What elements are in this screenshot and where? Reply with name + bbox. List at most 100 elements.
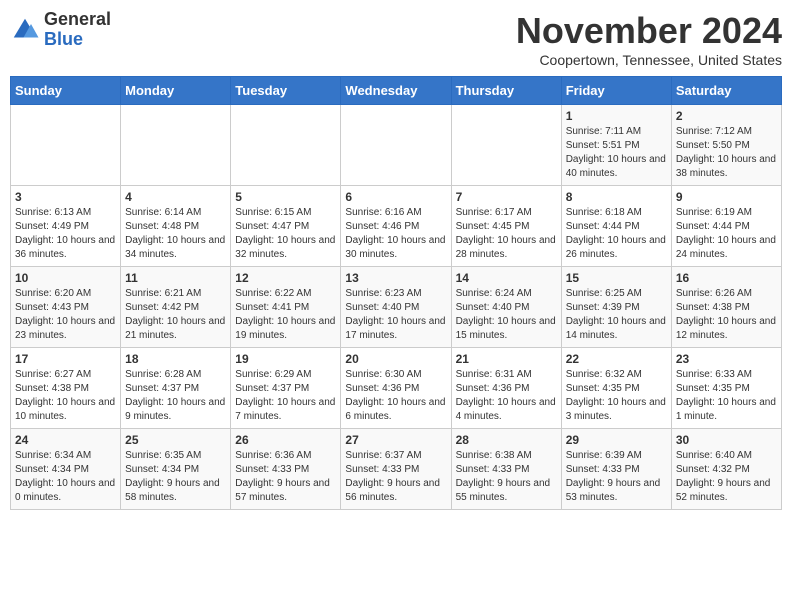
calendar-cell [341, 105, 451, 186]
day-number: 15 [566, 271, 667, 285]
calendar-week-row: 17 Sunrise: 6:27 AM Sunset: 4:38 PM Dayli… [11, 348, 782, 429]
calendar-cell: 7 Sunrise: 6:17 AM Sunset: 4:45 PM Daylig… [451, 186, 561, 267]
day-number: 23 [676, 352, 777, 366]
calendar-cell: 13 Sunrise: 6:23 AM Sunset: 4:40 PM Dayli… [341, 267, 451, 348]
day-info: Sunrise: 6:37 AM Sunset: 4:33 PM Dayligh… [345, 449, 446, 505]
calendar-cell: 1 Sunrise: 7:11 AM Sunset: 5:51 PM Daylig… [561, 105, 671, 186]
calendar-cell [451, 105, 561, 186]
calendar-cell: 23 Sunrise: 6:33 AM Sunset: 4:35 PM Dayli… [671, 348, 781, 429]
calendar-week-row: 10 Sunrise: 6:20 AM Sunset: 4:43 PM Dayli… [11, 267, 782, 348]
day-info: Sunrise: 6:18 AM Sunset: 4:44 PM Dayligh… [566, 206, 667, 262]
calendar-cell: 28 Sunrise: 6:38 AM Sunset: 4:33 PM Dayli… [451, 429, 561, 510]
day-info: Sunrise: 6:28 AM Sunset: 4:37 PM Dayligh… [125, 368, 226, 424]
day-info: Sunrise: 6:26 AM Sunset: 4:38 PM Dayligh… [676, 287, 777, 343]
day-number: 10 [15, 271, 116, 285]
day-number: 11 [125, 271, 226, 285]
day-info: Sunrise: 6:32 AM Sunset: 4:35 PM Dayligh… [566, 368, 667, 424]
calendar-cell: 24 Sunrise: 6:34 AM Sunset: 4:34 PM Dayli… [11, 429, 121, 510]
calendar-cell: 6 Sunrise: 6:16 AM Sunset: 4:46 PM Daylig… [341, 186, 451, 267]
calendar-cell: 11 Sunrise: 6:21 AM Sunset: 4:42 PM Dayli… [121, 267, 231, 348]
day-number: 8 [566, 190, 667, 204]
column-header-wednesday: Wednesday [341, 77, 451, 105]
calendar-week-row: 1 Sunrise: 7:11 AM Sunset: 5:51 PM Daylig… [11, 105, 782, 186]
calendar-header-row: SundayMondayTuesdayWednesdayThursdayFrid… [11, 77, 782, 105]
day-info: Sunrise: 6:31 AM Sunset: 4:36 PM Dayligh… [456, 368, 557, 424]
day-number: 25 [125, 433, 226, 447]
calendar-cell: 19 Sunrise: 6:29 AM Sunset: 4:37 PM Dayli… [231, 348, 341, 429]
day-number: 2 [676, 109, 777, 123]
day-number: 4 [125, 190, 226, 204]
calendar-cell: 30 Sunrise: 6:40 AM Sunset: 4:32 PM Dayli… [671, 429, 781, 510]
day-info: Sunrise: 6:17 AM Sunset: 4:45 PM Dayligh… [456, 206, 557, 262]
calendar-cell: 2 Sunrise: 7:12 AM Sunset: 5:50 PM Daylig… [671, 105, 781, 186]
calendar-cell: 27Sunrise: 6:37 AM Sunset: 4:33 PM Dayli… [341, 429, 451, 510]
logo: General Blue [10, 10, 111, 50]
calendar-week-row: 24 Sunrise: 6:34 AM Sunset: 4:34 PM Dayli… [11, 429, 782, 510]
logo-text: General Blue [44, 10, 111, 50]
column-header-friday: Friday [561, 77, 671, 105]
day-info: Sunrise: 6:35 AM Sunset: 4:34 PM Dayligh… [125, 449, 226, 505]
day-number: 13 [345, 271, 446, 285]
column-header-monday: Monday [121, 77, 231, 105]
day-number: 26 [235, 433, 336, 447]
logo-icon [10, 15, 40, 45]
day-info: Sunrise: 6:33 AM Sunset: 4:35 PM Dayligh… [676, 368, 777, 424]
column-header-tuesday: Tuesday [231, 77, 341, 105]
day-info: Sunrise: 6:25 AM Sunset: 4:39 PM Dayligh… [566, 287, 667, 343]
calendar-body: 1 Sunrise: 7:11 AM Sunset: 5:51 PM Daylig… [11, 105, 782, 510]
calendar-cell: 10 Sunrise: 6:20 AM Sunset: 4:43 PM Dayli… [11, 267, 121, 348]
day-number: 1 [566, 109, 667, 123]
calendar-cell: 17 Sunrise: 6:27 AM Sunset: 4:38 PM Dayli… [11, 348, 121, 429]
day-number: 14 [456, 271, 557, 285]
day-info: Sunrise: 6:27 AM Sunset: 4:38 PM Dayligh… [15, 368, 116, 424]
day-info: Sunrise: 6:30 AM Sunset: 4:36 PM Dayligh… [345, 368, 446, 424]
day-info: Sunrise: 6:29 AM Sunset: 4:37 PM Dayligh… [235, 368, 336, 424]
day-info: Sunrise: 6:24 AM Sunset: 4:40 PM Dayligh… [456, 287, 557, 343]
day-number: 16 [676, 271, 777, 285]
calendar-cell: 25 Sunrise: 6:35 AM Sunset: 4:34 PM Dayli… [121, 429, 231, 510]
calendar-cell: 20 Sunrise: 6:30 AM Sunset: 4:36 PM Dayli… [341, 348, 451, 429]
calendar-cell: 18Sunrise: 6:28 AM Sunset: 4:37 PM Dayli… [121, 348, 231, 429]
day-info: Sunrise: 6:21 AM Sunset: 4:42 PM Dayligh… [125, 287, 226, 343]
day-number: 17 [15, 352, 116, 366]
day-number: 7 [456, 190, 557, 204]
calendar-cell [231, 105, 341, 186]
day-number: 6 [345, 190, 446, 204]
day-info: Sunrise: 6:36 AM Sunset: 4:33 PM Dayligh… [235, 449, 336, 505]
day-number: 3 [15, 190, 116, 204]
location-title: Coopertown, Tennessee, United States [516, 52, 782, 68]
day-number: 30 [676, 433, 777, 447]
day-number: 24 [15, 433, 116, 447]
calendar-cell: 8 Sunrise: 6:18 AM Sunset: 4:44 PM Daylig… [561, 186, 671, 267]
calendar-cell: 4Sunrise: 6:14 AM Sunset: 4:48 PM Daylig… [121, 186, 231, 267]
logo-blue-text: Blue [44, 30, 111, 50]
logo-general-text: General [44, 10, 111, 30]
day-info: Sunrise: 6:23 AM Sunset: 4:40 PM Dayligh… [345, 287, 446, 343]
day-info: Sunrise: 6:38 AM Sunset: 4:33 PM Dayligh… [456, 449, 557, 505]
calendar-cell: 29Sunrise: 6:39 AM Sunset: 4:33 PM Dayli… [561, 429, 671, 510]
day-info: Sunrise: 6:20 AM Sunset: 4:43 PM Dayligh… [15, 287, 116, 343]
day-number: 28 [456, 433, 557, 447]
day-info: Sunrise: 7:11 AM Sunset: 5:51 PM Dayligh… [566, 125, 667, 181]
calendar-cell: 15 Sunrise: 6:25 AM Sunset: 4:39 PM Dayli… [561, 267, 671, 348]
calendar-cell: 14 Sunrise: 6:24 AM Sunset: 4:40 PM Dayli… [451, 267, 561, 348]
day-number: 29 [566, 433, 667, 447]
day-info: Sunrise: 6:40 AM Sunset: 4:32 PM Dayligh… [676, 449, 777, 505]
calendar-cell [11, 105, 121, 186]
month-title: November 2024 [516, 10, 782, 52]
day-number: 20 [345, 352, 446, 366]
day-info: Sunrise: 6:34 AM Sunset: 4:34 PM Dayligh… [15, 449, 116, 505]
day-number: 19 [235, 352, 336, 366]
day-number: 5 [235, 190, 336, 204]
day-number: 12 [235, 271, 336, 285]
title-area: November 2024 Coopertown, Tennessee, Uni… [516, 10, 782, 68]
calendar-week-row: 3Sunrise: 6:13 AM Sunset: 4:49 PM Daylig… [11, 186, 782, 267]
calendar-cell: 22Sunrise: 6:32 AM Sunset: 4:35 PM Dayli… [561, 348, 671, 429]
day-info: Sunrise: 6:15 AM Sunset: 4:47 PM Dayligh… [235, 206, 336, 262]
column-header-thursday: Thursday [451, 77, 561, 105]
day-info: Sunrise: 7:12 AM Sunset: 5:50 PM Dayligh… [676, 125, 777, 181]
calendar-table: SundayMondayTuesdayWednesdayThursdayFrid… [10, 76, 782, 510]
day-info: Sunrise: 6:16 AM Sunset: 4:46 PM Dayligh… [345, 206, 446, 262]
calendar-cell: 9Sunrise: 6:19 AM Sunset: 4:44 PM Daylig… [671, 186, 781, 267]
calendar-cell [121, 105, 231, 186]
